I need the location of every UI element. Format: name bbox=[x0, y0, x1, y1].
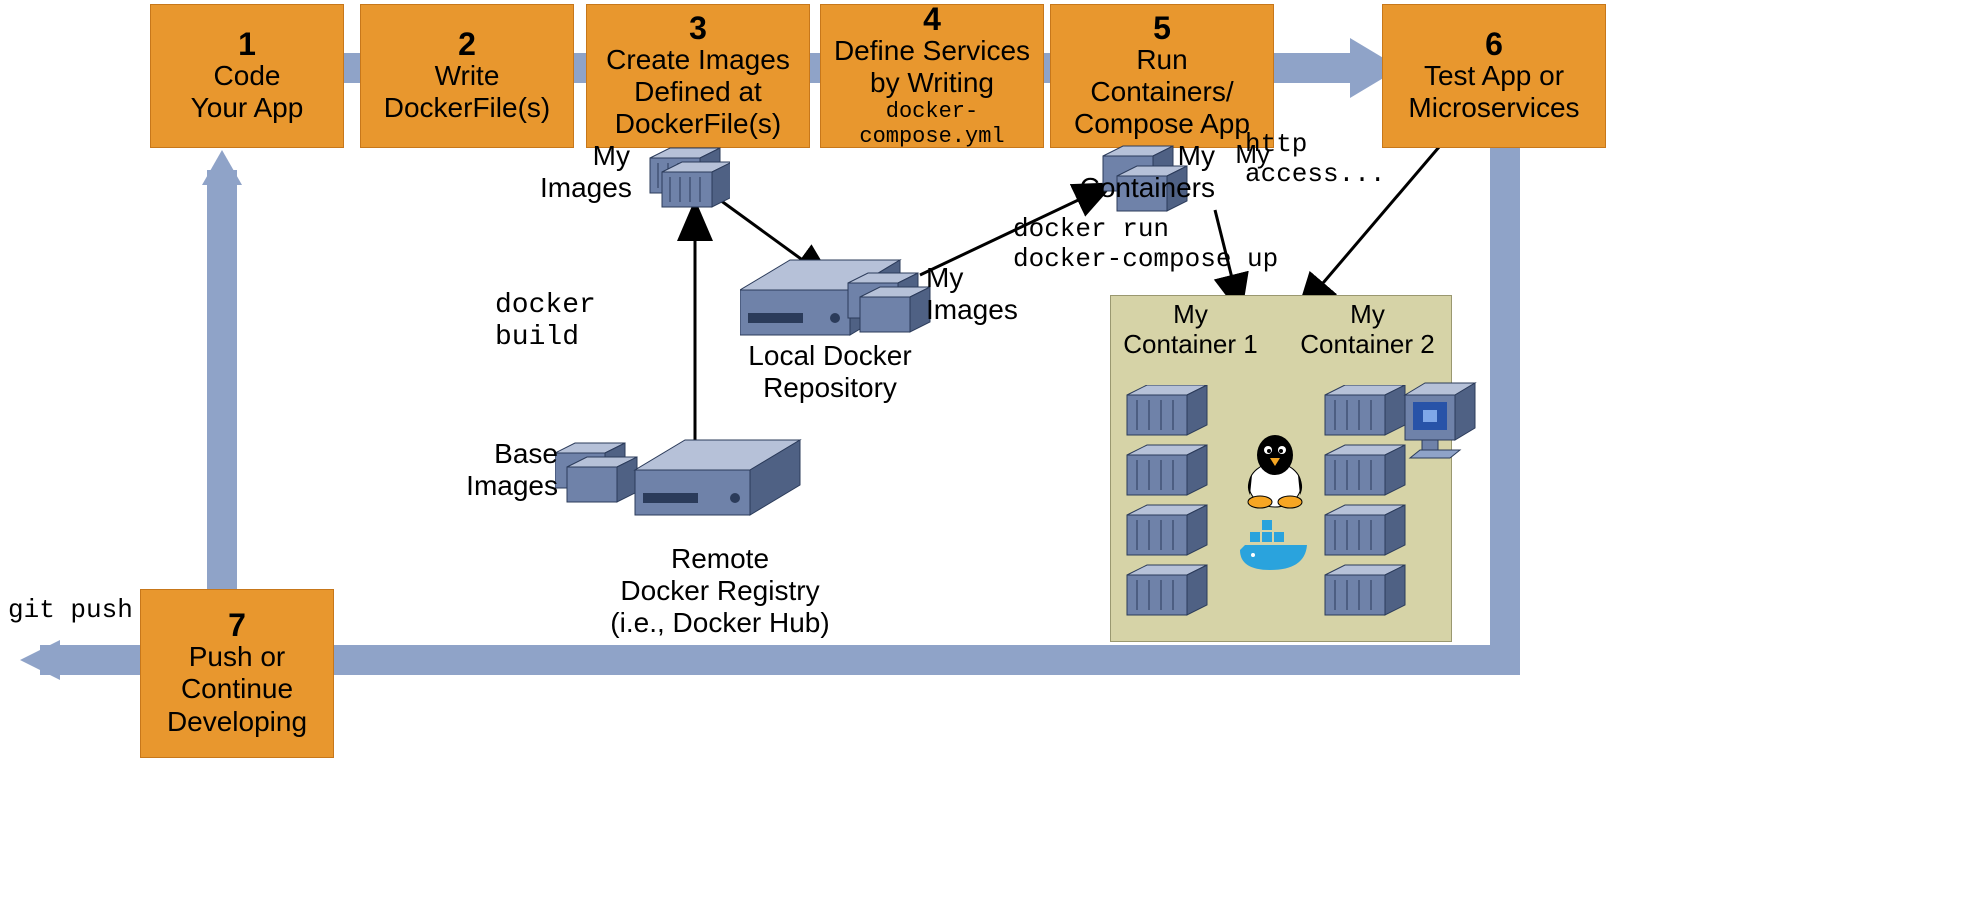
linux-tux-icon bbox=[1240, 430, 1310, 510]
diagram-canvas: 1 Code Your App 2 Write DockerFile(s) 3 … bbox=[0, 0, 1983, 912]
container-stack-icon bbox=[1122, 385, 1232, 635]
step-4-define-services: 4 Define Services by Writing docker-comp… bbox=[820, 4, 1044, 148]
my-container-1-label: MyContainer 1 bbox=[1113, 300, 1268, 360]
server-icon bbox=[555, 435, 805, 555]
step-7-push-or-continue: 7 Push or Continue Developing bbox=[140, 589, 334, 758]
step-3-create-images: 3 Create Images Defined at DockerFile(s) bbox=[586, 4, 810, 148]
my-images-label: MyImages bbox=[540, 140, 630, 204]
step-5-run-containers: 5 Run Containers/ Compose App bbox=[1050, 4, 1274, 148]
docker-build-label: docker build bbox=[495, 290, 685, 354]
step-1-code-app: 1 Code Your App bbox=[150, 4, 344, 148]
step-6-test-app: 6 Test App or Microservices bbox=[1382, 4, 1606, 148]
base-images-label: BaseImages bbox=[458, 438, 558, 502]
local-docker-repo-label: Local DockerRepository bbox=[720, 340, 940, 404]
docker-whale-icon bbox=[1235, 520, 1315, 580]
remote-docker-registry-label: RemoteDocker Registry(i.e., Docker Hub) bbox=[580, 543, 860, 640]
monitor-icon bbox=[1400, 380, 1485, 475]
my-containers-label: MyContainers bbox=[1075, 140, 1215, 204]
step-2-write-dockerfile: 2 Write DockerFile(s) bbox=[360, 4, 574, 148]
git-push-label: git push bbox=[8, 596, 148, 626]
my-container-2-label: MyContainer 2 bbox=[1290, 300, 1445, 360]
container-icon bbox=[640, 140, 730, 210]
docker-run-label: docker rundocker-compose up bbox=[1013, 215, 1303, 275]
http-access-label: httpaccess... bbox=[1245, 130, 1405, 190]
step-number: 1 bbox=[238, 28, 256, 60]
